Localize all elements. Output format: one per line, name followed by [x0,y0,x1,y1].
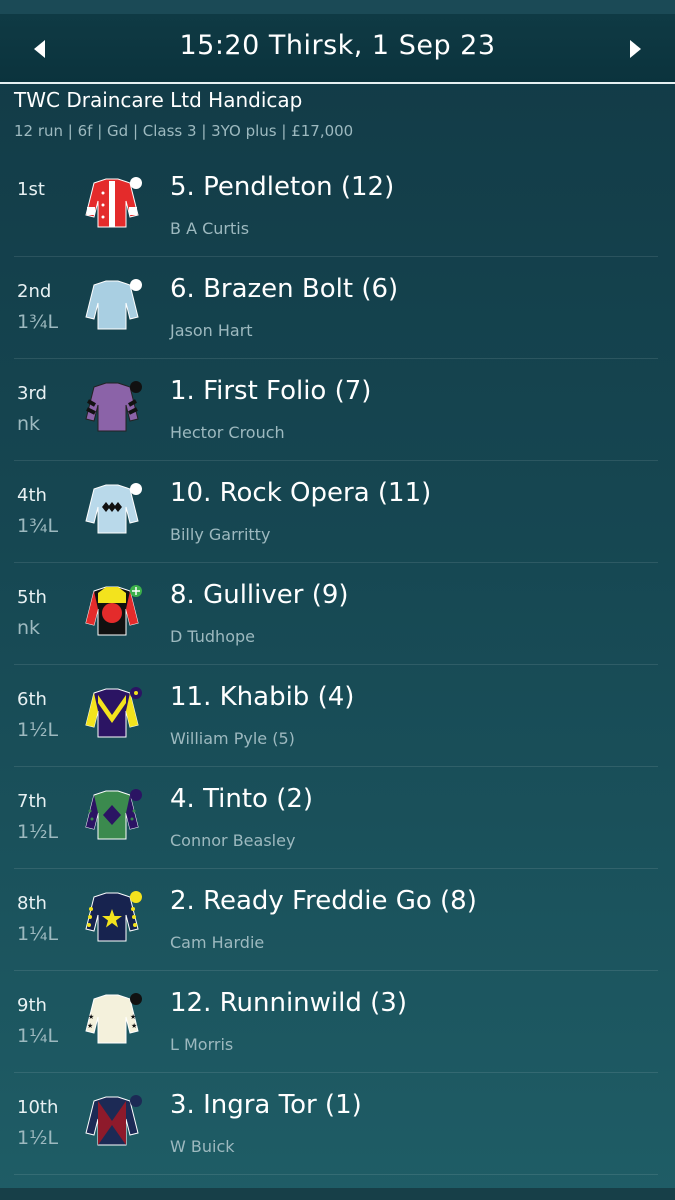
horse-name: 2. Ready Freddie Go (8) [170,886,477,916]
silks-yellow-red-disc-icon [85,585,142,636]
silks-navy-yellow-star-icon [85,891,142,942]
horse-name: 6. Brazen Bolt (6) [170,274,399,304]
silks-red-white-stars-icon [85,177,142,228]
finishing-position: 5th [17,587,47,608]
runner-row[interactable]: 1st 5. Pendleton (12) B A Curtis [14,155,658,257]
silks-purple-black-chevrons-icon [85,381,142,432]
svg-text:★: ★ [131,1022,137,1030]
race-time-course: 15:20 Thirsk, 1 Sep 23 [179,30,496,61]
finishing-position: 9th [17,995,47,1016]
runner-row[interactable]: 9th 1¼L ★ ★ ★ ★ 12. Runninwild (3) L Mor… [14,971,658,1073]
silks-cream-black-stars-icon: ★ ★ ★ ★ [85,993,142,1044]
jockey-name: D Tudhope [170,627,255,646]
silks-green-purple-diamond-icon [85,789,142,840]
previous-race-button[interactable] [28,36,52,62]
race-header: 15:20 Thirsk, 1 Sep 23 [0,14,675,84]
silks-light-blue-diamonds-icon [85,483,142,534]
winning-distance: 1½L [17,719,59,741]
svg-text:★: ★ [130,1013,136,1021]
bottom-bar [0,1188,675,1200]
winning-distance: 1¾L [17,515,59,537]
finishing-position: 1st [17,179,45,200]
jockey-name: William Pyle (5) [170,729,295,748]
jockey-name: L Morris [170,1035,234,1054]
triangle-right-icon [630,40,641,58]
winning-distance: nk [17,413,41,435]
runner-row[interactable]: 10th 1½L 3. Ingra Tor (1) W Buick [14,1073,658,1175]
winning-distance: 1¼L [17,1025,59,1047]
runner-row[interactable]: 6th 1½L 11. Khabib (4) William Pyle (5) [14,665,658,767]
runner-row[interactable]: 4th 1¾L 10. Rock Opera (11) Billy Garrit… [14,461,658,563]
runner-row[interactable]: 3rd nk 1. First Folio (7) Hector Crouch [14,359,658,461]
jockey-name: W Buick [170,1137,235,1156]
jockey-name: Cam Hardie [170,933,265,952]
finishing-position: 2nd [17,281,52,302]
runner-row[interactable]: 5th nk 8. Gulliver (9) D Tudhope [14,563,658,665]
runner-row[interactable]: 7th 1½L 4. Tinto (2) Connor Beasley [14,767,658,869]
jockey-name: Jason Hart [170,321,253,340]
next-race-button[interactable] [623,36,647,62]
results-list: 1st 5. Pendleton (12) B A Curtis 2nd 1¾L… [0,155,675,1175]
runner-row[interactable]: 2nd 1¾L 6. Brazen Bolt (6) Jason Hart [14,257,658,359]
horse-name: 4. Tinto (2) [170,784,314,814]
jockey-name: Billy Garritty [170,525,271,544]
svg-text:★: ★ [88,1013,94,1021]
triangle-left-icon [34,40,45,58]
horse-name: 1. First Folio (7) [170,376,372,406]
silks-navy-yellow-chevron-icon [85,687,142,738]
winning-distance: 1¼L [17,923,59,945]
status-strip [0,0,675,14]
horse-name: 12. Runninwild (3) [170,988,407,1018]
winning-distance: 1½L [17,821,59,843]
jockey-name: Hector Crouch [170,423,285,442]
winning-distance: nk [17,617,41,639]
race-name: TWC Draincare Ltd Handicap [14,88,303,112]
race-details: 12 run | 6f | Gd | Class 3 | 3YO plus | … [14,122,354,140]
jockey-name: B A Curtis [170,219,250,238]
runner-row[interactable]: 8th 1¼L 2. Ready Freddie Go (8) Cam Hard… [14,869,658,971]
finishing-position: 3rd [17,383,47,404]
silks-light-blue-icon [85,279,142,330]
svg-text:★: ★ [87,1022,93,1030]
horse-name: 5. Pendleton (12) [170,172,395,202]
winning-distance: 1¾L [17,311,59,333]
finishing-position: 6th [17,689,47,710]
horse-name: 3. Ingra Tor (1) [170,1090,362,1120]
finishing-position: 4th [17,485,47,506]
finishing-position: 8th [17,893,47,914]
jockey-name: Connor Beasley [170,831,296,850]
horse-name: 10. Rock Opera (11) [170,478,432,508]
finishing-position: 10th [17,1097,59,1118]
horse-name: 8. Gulliver (9) [170,580,349,610]
silks-navy-maroon-cross-icon [85,1095,142,1146]
horse-name: 11. Khabib (4) [170,682,355,712]
finishing-position: 7th [17,791,47,812]
winning-distance: 1½L [17,1127,59,1149]
